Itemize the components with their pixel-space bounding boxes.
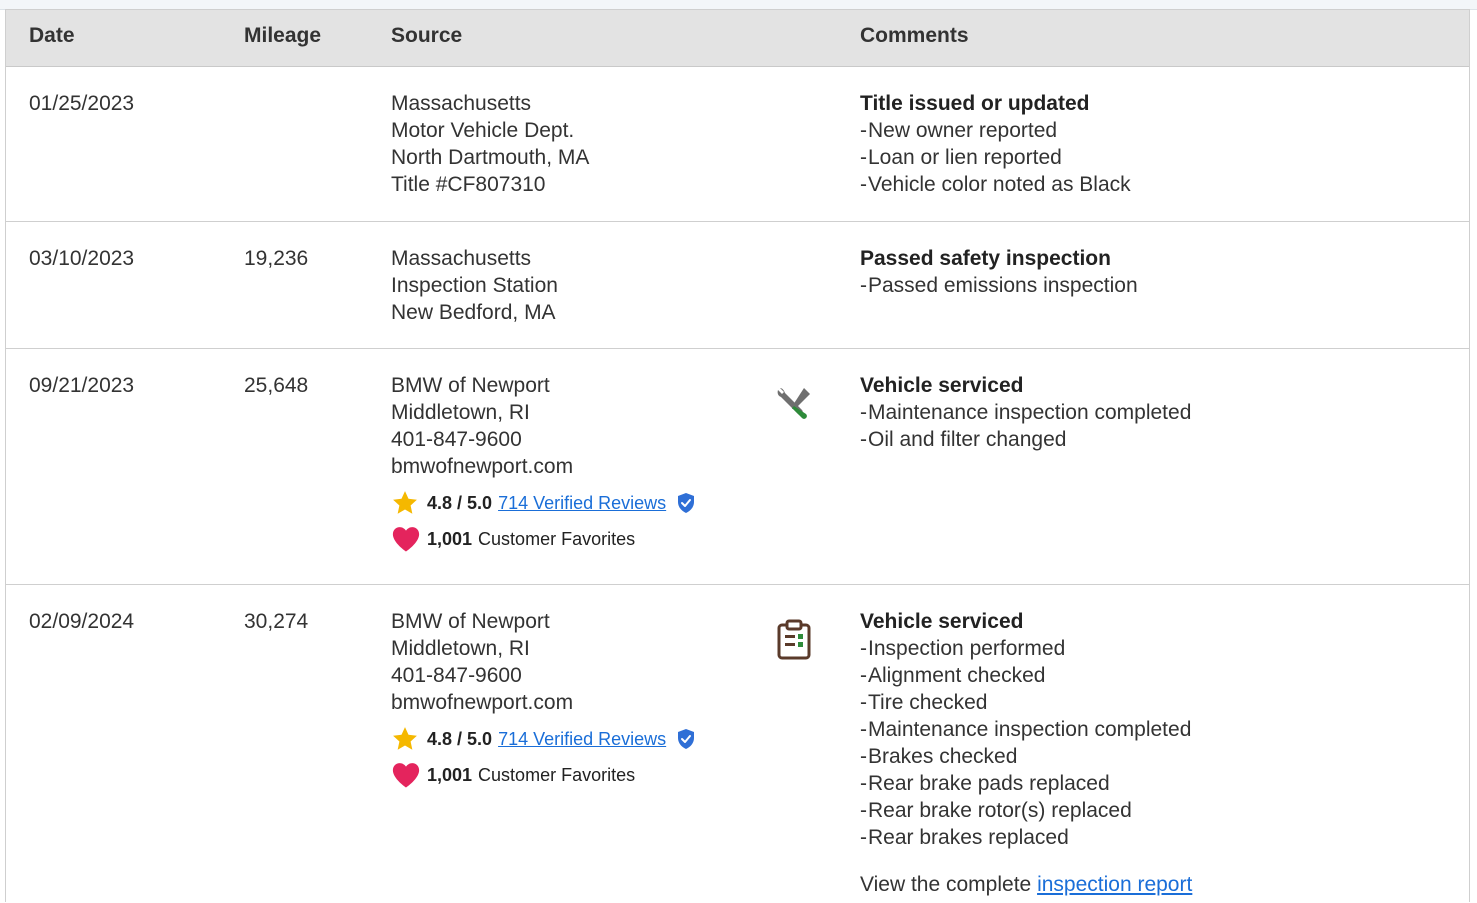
header-mileage[interactable]: Mileage xyxy=(244,24,321,48)
record-comments: Title issued or updated New owner report… xyxy=(860,90,1131,198)
comment-item: Maintenance inspection completed xyxy=(860,399,1191,426)
record-source: Massachusetts Inspection Station New Bed… xyxy=(391,245,558,326)
star-icon xyxy=(391,489,421,517)
verified-shield-icon xyxy=(676,492,696,514)
comment-item: Alignment checked xyxy=(860,662,1192,689)
comment-item: Brakes checked xyxy=(860,743,1192,770)
source-line: Middletown, RI xyxy=(391,637,530,660)
dealer-rating: 4.8 / 5.0 714 Verified Reviews xyxy=(391,726,696,752)
comment-title: Vehicle serviced xyxy=(860,374,1024,397)
header-source[interactable]: Source xyxy=(391,24,462,48)
record-source: Massachusetts Motor Vehicle Dept. North … xyxy=(391,90,589,198)
record-mileage: 19,236 xyxy=(244,247,309,270)
inspection-report-link[interactable]: inspection report xyxy=(1037,873,1192,896)
record-comments: Vehicle serviced Maintenance inspection … xyxy=(860,372,1191,453)
comment-item: Maintenance inspection completed xyxy=(860,716,1192,743)
comment-item: Rear brake pads replaced xyxy=(860,770,1192,797)
source-line: 401-847-9600 xyxy=(391,664,522,687)
rating-value: 4.8 / 5.0 xyxy=(427,492,493,513)
source-line: Massachusetts xyxy=(391,247,532,270)
comment-item: Tire checked xyxy=(860,689,1192,716)
comment-item: Loan or lien reported xyxy=(860,144,1131,171)
source-line: Motor Vehicle Dept. xyxy=(391,119,575,142)
record-mileage: 25,648 xyxy=(244,374,309,397)
record-date: 09/21/2023 xyxy=(29,374,135,397)
verified-shield-icon xyxy=(676,728,696,750)
table-header: Date Mileage Source Comments xyxy=(6,10,1469,67)
record-date: 02/09/2024 xyxy=(29,610,135,633)
comment-item: Passed emissions inspection xyxy=(860,272,1138,299)
header-date[interactable]: Date xyxy=(29,24,75,48)
dealer-rating: 4.8 / 5.0 714 Verified Reviews xyxy=(391,490,696,516)
table-row: 09/21/2023 25,648 BMW of Newport Middlet… xyxy=(6,349,1469,585)
comment-item: Vehicle color noted as Black xyxy=(860,171,1131,198)
record-source: BMW of Newport Middletown, RI 401-847-96… xyxy=(391,608,696,788)
comment-title: Title issued or updated xyxy=(860,92,1090,115)
favorites-label: Customer Favorites xyxy=(478,528,636,549)
vehicle-history-table: Date Mileage Source Comments 01/25/2023 … xyxy=(5,9,1470,902)
source-line: North Dartmouth, MA xyxy=(391,146,590,169)
comment-item: Rear brakes replaced xyxy=(860,824,1192,851)
view-report-text: View the complete xyxy=(860,873,1032,896)
customer-favorites: 1,001 Customer Favorites xyxy=(391,526,696,552)
favorites-count: 1,001 xyxy=(427,764,473,785)
record-source: BMW of Newport Middletown, RI 401-847-96… xyxy=(391,372,696,552)
inspection-report-line: View the complete inspection report xyxy=(860,871,1192,898)
source-line: 401-847-9600 xyxy=(391,428,522,451)
comment-item: Oil and filter changed xyxy=(860,426,1191,453)
source-line: Title #CF807310 xyxy=(391,173,546,196)
source-line: Inspection Station xyxy=(391,274,558,297)
verified-reviews-link[interactable]: 714 Verified Reviews xyxy=(498,726,666,753)
source-line: Middletown, RI xyxy=(391,401,530,424)
record-comments: Vehicle serviced Inspection performed Al… xyxy=(860,608,1192,898)
comment-item: Rear brake rotor(s) replaced xyxy=(860,797,1192,824)
table-row: 01/25/2023 Massachusetts Motor Vehicle D… xyxy=(6,67,1469,222)
heart-icon xyxy=(391,761,421,789)
comment-title: Vehicle serviced xyxy=(860,610,1024,633)
comment-title: Passed safety inspection xyxy=(860,247,1111,270)
header-comments[interactable]: Comments xyxy=(860,24,969,48)
record-date: 01/25/2023 xyxy=(29,92,135,115)
customer-favorites: 1,001 Customer Favorites xyxy=(391,762,696,788)
clipboard-icon xyxy=(774,619,814,666)
favorites-count: 1,001 xyxy=(427,528,473,549)
record-date: 03/10/2023 xyxy=(29,247,135,270)
table-row: 02/09/2024 30,274 BMW of Newport Middlet… xyxy=(6,585,1469,903)
source-line: Massachusetts xyxy=(391,92,532,115)
heart-icon xyxy=(391,525,421,553)
source-line: bmwofnewport.com xyxy=(391,455,574,478)
comment-item: Inspection performed xyxy=(860,635,1192,662)
star-icon xyxy=(391,725,421,753)
source-line: bmwofnewport.com xyxy=(391,691,574,714)
source-line: BMW of Newport xyxy=(391,610,550,633)
source-line: New Bedford, MA xyxy=(391,301,556,324)
comment-item: New owner reported xyxy=(860,117,1131,144)
table-row: 03/10/2023 19,236 Massachusetts Inspecti… xyxy=(6,222,1469,349)
record-comments: Passed safety inspection Passed emission… xyxy=(860,245,1138,299)
source-line: BMW of Newport xyxy=(391,374,550,397)
record-mileage: 30,274 xyxy=(244,610,309,633)
rating-value: 4.8 / 5.0 xyxy=(427,728,493,749)
verified-reviews-link[interactable]: 714 Verified Reviews xyxy=(498,490,666,517)
favorites-label: Customer Favorites xyxy=(478,764,636,785)
wrench-screwdriver-icon xyxy=(774,384,814,429)
